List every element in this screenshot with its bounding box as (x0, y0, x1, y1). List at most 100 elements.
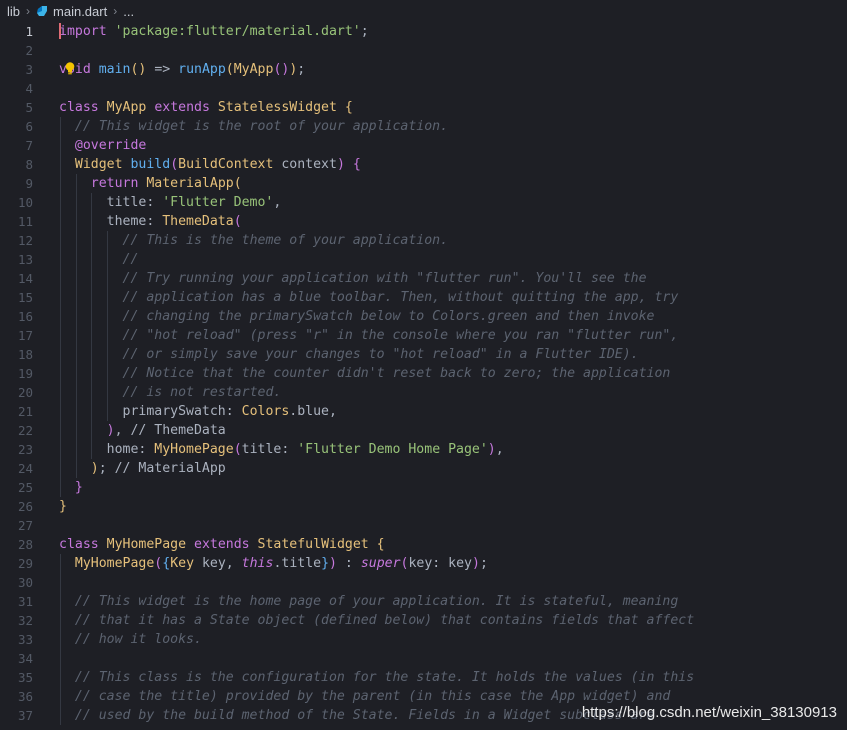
code-line[interactable]: 15 // application has a blue toolbar. Th… (0, 288, 847, 307)
code-line[interactable]: 26} (0, 497, 847, 516)
code-line[interactable]: 10 title: 'Flutter Demo', (0, 193, 847, 212)
code-token: // Notice that the counter didn't reset … (122, 366, 671, 381)
code-token: , // ThemeData (114, 423, 226, 438)
code-line[interactable]: 19 // Notice that the counter didn't res… (0, 364, 847, 383)
code-editor[interactable]: 1 import 'package:flutter/material.dart';… (0, 21, 847, 730)
code-line[interactable]: 13 // (0, 250, 847, 269)
code-line[interactable]: 32 // that it has a State object (define… (0, 611, 847, 630)
code-token: // how it looks. (74, 632, 202, 647)
code-token: () (130, 62, 147, 77)
code-line[interactable]: 21 primarySwatch: Colors.blue, (0, 402, 847, 421)
code-text: // how it looks. (59, 630, 202, 649)
code-token: ( (233, 176, 242, 191)
code-token: { (162, 556, 171, 571)
breadcrumb: lib › main.dart › ... (0, 0, 847, 22)
code-token: class (59, 100, 99, 115)
code-line[interactable]: 33 // how it looks. (0, 630, 847, 649)
code-line[interactable]: 27 (0, 516, 847, 535)
code-token: MyApp (106, 100, 147, 115)
code-text: // case the title) provided by the paren… (59, 687, 670, 706)
code-line[interactable]: 20 // is not restarted. (0, 383, 847, 402)
code-line[interactable]: 3 void main() => runApp(MyApp()); (0, 60, 847, 79)
code-line[interactable]: 29 MyHomePage({Key key, this.title}) : s… (0, 554, 847, 573)
code-line[interactable]: 24 ); // MaterialApp (0, 459, 847, 478)
code-line[interactable]: 18 // or simply save your changes to "ho… (0, 345, 847, 364)
code-line[interactable]: 1 import 'package:flutter/material.dart'; (0, 22, 847, 41)
code-token: title: (106, 195, 163, 210)
line-number: 19 (17, 366, 33, 381)
code-text: // used by the build method of the State… (59, 706, 655, 725)
line-number: 21 (17, 404, 33, 419)
code-line[interactable]: 5 class MyApp extends StatelessWidget { (0, 98, 847, 117)
code-line[interactable]: 14 // Try running your application with … (0, 269, 847, 288)
code-token: ) (90, 461, 99, 476)
code-token: , (495, 442, 504, 457)
code-token: context (273, 157, 337, 172)
code-token: { (352, 157, 361, 172)
code-token: // "hot reload" (press "r" in the consol… (122, 328, 679, 343)
code-line[interactable]: 34 (0, 649, 847, 668)
code-text: title: 'Flutter Demo', (59, 193, 282, 212)
code-token: : (336, 556, 361, 571)
code-line[interactable]: 9 return MaterialApp( (0, 174, 847, 193)
code-token: BuildContext (178, 157, 274, 172)
code-text: MyHomePage({Key key, this.title}) : supe… (59, 554, 488, 573)
code-token: // that it has a State object (defined b… (74, 613, 695, 628)
line-number: 20 (17, 385, 33, 400)
code-line[interactable]: 28 class MyHomePage extends StatefulWidge… (0, 535, 847, 554)
code-token: home: (106, 442, 155, 457)
code-token: ; // MaterialApp (98, 461, 226, 476)
line-number: 27 (17, 518, 33, 533)
code-line[interactable]: 35 // This class is the configuration fo… (0, 668, 847, 687)
code-token: MyApp (233, 62, 274, 77)
code-token: ( (170, 157, 179, 172)
line-number: 1 (25, 24, 33, 39)
code-text: theme: ThemeData( (59, 212, 242, 231)
line-number: 24 (17, 461, 33, 476)
code-text: // "hot reload" (press "r" in the consol… (59, 326, 679, 345)
line-number: 6 (25, 119, 33, 134)
line-number: 30 (17, 575, 33, 590)
code-token: Colors (241, 404, 290, 419)
code-line[interactable]: 6 // This widget is the root of your app… (0, 117, 847, 136)
breadcrumb-folder[interactable]: lib (7, 4, 20, 19)
code-token: MyHomePage (74, 556, 155, 571)
code-line[interactable]: 25 } (0, 478, 847, 497)
breadcrumb-file[interactable]: main.dart (53, 4, 107, 19)
code-token: // (122, 252, 139, 267)
code-line[interactable]: 23 home: MyHomePage(title: 'Flutter Demo… (0, 440, 847, 459)
code-line[interactable]: 8 Widget build(BuildContext context) { (0, 155, 847, 174)
code-text: // This widget is the root of your appli… (59, 117, 448, 136)
code-line[interactable]: 11 theme: ThemeData( (0, 212, 847, 231)
code-token: class (59, 537, 99, 552)
code-token: // This widget is the home page of your … (74, 594, 679, 609)
breadcrumb-more[interactable]: ... (123, 4, 134, 19)
code-text: Widget build(BuildContext context) { (59, 155, 361, 174)
code-line[interactable]: 12 // This is the theme of your applicat… (0, 231, 847, 250)
line-number: 37 (17, 708, 33, 723)
code-token: // application has a blue toolbar. Then,… (122, 290, 679, 305)
code-token: 'Flutter Demo' (162, 195, 274, 210)
code-text: import 'package:flutter/material.dart'; (59, 22, 369, 41)
code-token: Widget (74, 157, 123, 172)
code-token: MaterialApp (146, 176, 234, 191)
code-token: => (146, 62, 179, 77)
code-line[interactable]: 31 // This widget is the home page of yo… (0, 592, 847, 611)
code-text: void main() => runApp(MyApp()); (59, 60, 305, 79)
lightbulb-icon[interactable] (64, 61, 76, 77)
code-line[interactable]: 16 // changing the primarySwatch below t… (0, 307, 847, 326)
code-token: // is not restarted. (122, 385, 282, 400)
code-line[interactable]: 4 (0, 79, 847, 98)
code-line[interactable]: 17 // "hot reload" (press "r" in the con… (0, 326, 847, 345)
code-text: ), // ThemeData (59, 421, 226, 440)
code-line[interactable]: 22 ), // ThemeData (0, 421, 847, 440)
code-line[interactable]: 30 (0, 573, 847, 592)
code-line[interactable]: 7 @override (0, 136, 847, 155)
code-line[interactable]: 2 (0, 41, 847, 60)
line-number: 16 (17, 309, 33, 324)
